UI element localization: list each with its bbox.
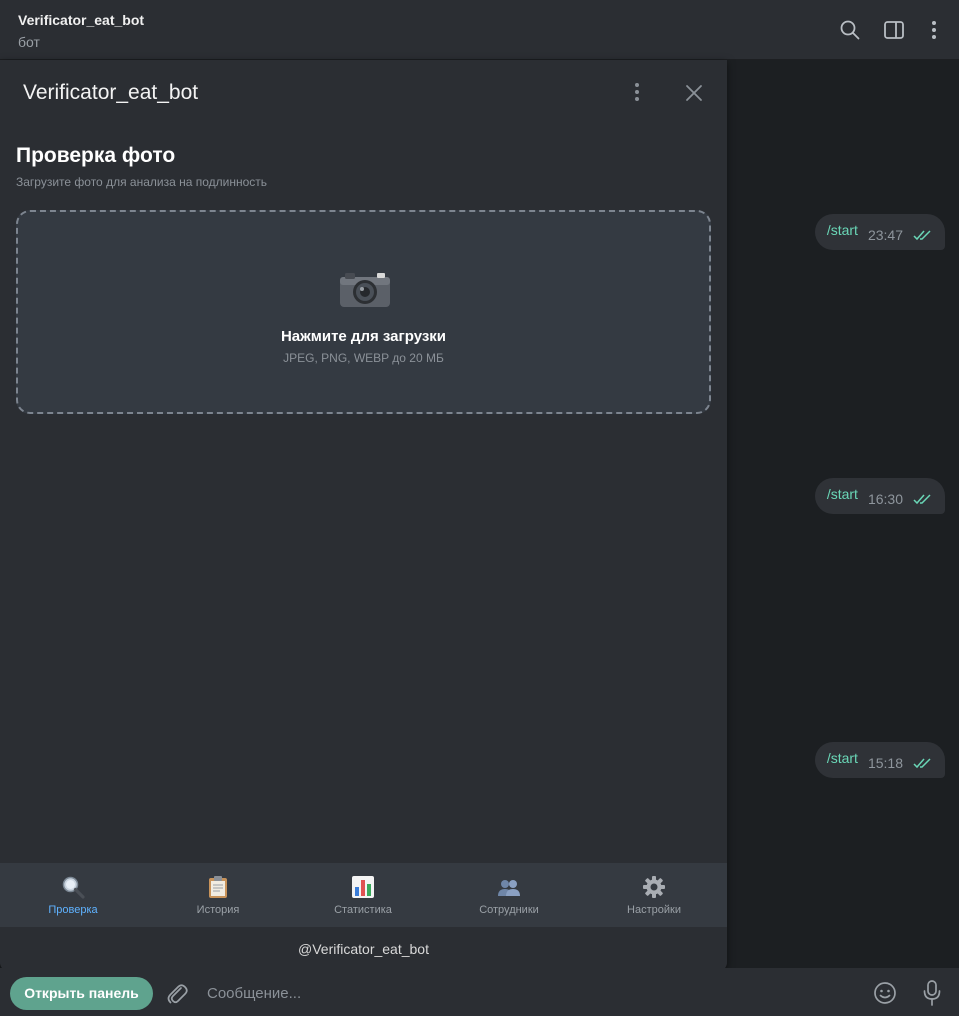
double-check-icon [913, 494, 931, 505]
double-check-icon [913, 230, 931, 241]
tab-label: Сотрудники [479, 904, 539, 916]
webapp-content: Проверка фото Загрузите фото для анализа… [0, 124, 727, 862]
bottom-tab-bar: Проверка История Статистика Сотрудники Н… [0, 863, 727, 927]
people-icon [498, 880, 520, 896]
page-title: Проверка фото [16, 144, 176, 167]
open-panel-button[interactable]: Открыть панель [10, 977, 153, 1010]
message-time: 15:18 [867, 755, 903, 771]
message-text[interactable]: /start [827, 486, 858, 502]
tab-label: Настройки [627, 904, 681, 916]
panel-header: Verificator_eat_bot [0, 60, 727, 124]
tab-settings[interactable]: Настройки [581, 863, 727, 927]
page-subtitle: Загрузите фото для анализа на подлинност… [16, 175, 268, 189]
tab-label: Статистика [334, 904, 392, 916]
message-time: 16:30 [867, 491, 903, 507]
webapp-panel: Verificator_eat_bot Проверка фото Загруз… [0, 60, 727, 972]
sidebar-toggle-icon[interactable] [883, 19, 905, 41]
clipboard-icon [209, 876, 227, 898]
message-text[interactable]: /start [827, 222, 858, 238]
close-icon[interactable] [684, 83, 704, 103]
more-vertical-icon[interactable] [923, 19, 945, 41]
tab-statistics[interactable]: Статистика [290, 863, 436, 927]
message-composer: Открыть панель [0, 968, 959, 1016]
tab-label: Проверка [48, 904, 98, 916]
message-bubble[interactable]: /start 15:18 [814, 742, 945, 778]
paperclip-icon[interactable] [166, 982, 188, 1006]
bot-username-link[interactable]: @Verificator_eat_bot [0, 927, 727, 972]
tab-check[interactable]: Проверка [0, 863, 146, 927]
message-bubble[interactable]: /start 23:47 [814, 214, 945, 250]
message-input[interactable] [200, 978, 840, 1008]
camera-icon [340, 273, 390, 307]
bar-chart-icon [352, 876, 374, 898]
chat-header: Verificator_eat_bot бот [0, 0, 959, 60]
more-vertical-icon[interactable] [628, 82, 646, 104]
magnifier-icon [62, 876, 85, 899]
upload-hint: JPEG, PNG, WEBP до 20 МБ [283, 351, 444, 365]
search-icon[interactable] [839, 19, 861, 41]
tab-employees[interactable]: Сотрудники [436, 863, 582, 927]
double-check-icon [913, 758, 931, 769]
microphone-icon[interactable] [922, 980, 942, 1006]
panel-title: Verificator_eat_bot [23, 81, 199, 104]
message-bubble[interactable]: /start 16:30 [814, 478, 945, 514]
upload-title: Нажмите для загрузки [280, 328, 447, 345]
gear-icon [643, 876, 665, 898]
chat-subtitle: бот [18, 34, 40, 50]
chat-title: Verificator_eat_bot [18, 12, 145, 28]
emoji-icon[interactable] [873, 981, 897, 1005]
tab-label: История [196, 904, 240, 916]
message-text[interactable]: /start [827, 750, 858, 766]
upload-dropzone[interactable]: Нажмите для загрузки JPEG, PNG, WEBP до … [16, 210, 711, 414]
tab-history[interactable]: История [145, 863, 291, 927]
message-time: 23:47 [867, 227, 903, 243]
